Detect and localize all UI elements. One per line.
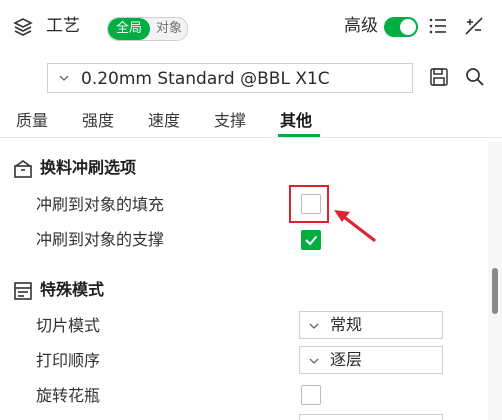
scope-object-option[interactable]: 对象 xyxy=(151,18,187,40)
compare-icon[interactable] xyxy=(463,15,485,37)
annotation-arrow-icon xyxy=(334,210,376,242)
chevron-down-icon xyxy=(59,75,69,81)
search-icon[interactable] xyxy=(464,66,486,88)
advanced-label: 高级 xyxy=(344,16,378,36)
print-sequence-label: 打印顺序 xyxy=(36,351,101,370)
toggle-knob xyxy=(400,19,416,35)
advanced-toggle[interactable] xyxy=(384,17,418,37)
divider xyxy=(0,137,502,138)
preset-value: 0.20mm Standard @BBL X1C xyxy=(81,69,330,89)
scope-global-option[interactable]: 全局 xyxy=(108,18,150,40)
save-icon[interactable] xyxy=(429,67,449,87)
chevron-down-icon xyxy=(309,358,319,364)
tab-others[interactable]: 其他 xyxy=(280,109,312,133)
flush-icon xyxy=(14,160,32,178)
tab-support[interactable]: 支撑 xyxy=(214,109,246,133)
section-title-special-mode: 特殊模式 xyxy=(40,280,105,299)
process-preset-dropdown[interactable]: 0.20mm Standard @BBL X1C xyxy=(47,63,413,93)
panel-title: 工艺 xyxy=(46,16,80,36)
slice-mode-label: 切片模式 xyxy=(36,316,101,335)
scrollbar-thumb[interactable] xyxy=(492,268,498,314)
tab-quality[interactable]: 质量 xyxy=(16,109,48,133)
spiral-vase-label: 旋转花瓶 xyxy=(36,386,101,405)
top-toolbar: 工艺 全局 对象 高级 xyxy=(0,0,502,52)
annotation-highlight-box xyxy=(289,185,329,223)
list-icon[interactable] xyxy=(427,15,449,37)
spiral-vase-checkbox[interactable] xyxy=(301,385,321,405)
scope-toggle[interactable]: 全局 对象 xyxy=(107,17,188,41)
special-mode-icon xyxy=(14,282,32,300)
print-sequence-value: 逐层 xyxy=(330,350,363,369)
slice-mode-dropdown[interactable]: 常规 xyxy=(299,311,443,339)
checkmark-icon xyxy=(305,235,318,246)
flush-into-infill-label: 冲刷到对象的填充 xyxy=(36,195,165,214)
chevron-down-icon xyxy=(309,323,319,329)
flush-into-support-checkbox[interactable] xyxy=(301,230,321,250)
slice-mode-value: 常规 xyxy=(330,315,363,334)
process-layers-icon xyxy=(13,18,33,36)
flush-into-support-label: 冲刷到对象的支撑 xyxy=(36,230,165,249)
print-sequence-dropdown[interactable]: 逐层 xyxy=(299,346,443,374)
partial-dropdown[interactable] xyxy=(299,414,443,420)
section-title-flush: 换料冲刷选项 xyxy=(40,158,137,177)
tab-strength[interactable]: 强度 xyxy=(82,109,114,133)
tab-speed[interactable]: 速度 xyxy=(148,109,180,133)
